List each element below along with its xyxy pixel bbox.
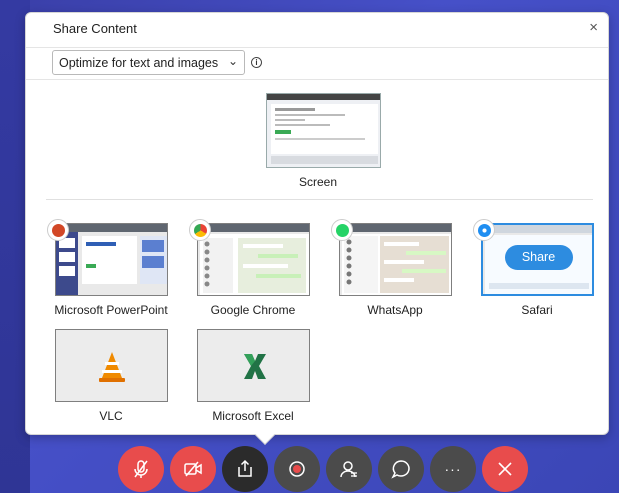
mute-mic-icon[interactable] (118, 446, 164, 492)
optimize-select[interactable]: Optimize for text and images ⌄ (52, 50, 245, 75)
screen-preview (267, 94, 380, 164)
app-tile-chrome[interactable]: Google Chrome (189, 219, 313, 317)
record-icon[interactable] (274, 446, 320, 492)
safari-icon (473, 219, 495, 241)
app-label-powerpoint: Microsoft PowerPoint (54, 303, 168, 317)
chrome-icon (189, 219, 211, 241)
chrome-thumbnail[interactable] (196, 223, 310, 296)
header-divider (26, 47, 608, 48)
stop-video-icon[interactable] (170, 446, 216, 492)
chevron-down-icon: ⌄ (227, 54, 238, 68)
app-label-vlc: VLC (99, 409, 123, 423)
dialog-title: Share Content (53, 21, 137, 36)
close-icon[interactable]: × (589, 19, 598, 36)
options-divider (26, 79, 608, 80)
screen-thumbnail[interactable] (266, 93, 381, 168)
meeting-toolbar: ··· (118, 446, 528, 493)
chat-icon[interactable] (378, 446, 424, 492)
app-tile-vlc[interactable]: VLC (51, 329, 171, 423)
vlc-thumbnail[interactable] (54, 329, 168, 402)
app-label-excel: Microsoft Excel (212, 409, 294, 423)
app-tile-excel[interactable]: Microsoft Excel (193, 329, 313, 423)
app-tile-whatsapp[interactable]: WhatsApp (331, 219, 455, 317)
app-tile-powerpoint[interactable]: Microsoft PowerPoint (47, 219, 171, 317)
app-label-whatsapp: WhatsApp (367, 303, 423, 317)
share-icon[interactable] (222, 446, 268, 492)
app-label-chrome: Google Chrome (210, 303, 296, 317)
vlc-icon (98, 352, 125, 382)
app-tile-safari[interactable]: Share Safari (473, 219, 597, 317)
whatsapp-thumbnail[interactable] (338, 223, 452, 296)
info-icon[interactable]: i (251, 57, 262, 68)
section-divider (46, 199, 593, 200)
powerpoint-preview (55, 232, 167, 295)
chrome-preview (199, 234, 309, 295)
screen-label: Screen (298, 175, 338, 189)
participants-icon[interactable] (326, 446, 372, 492)
excel-icon (243, 354, 266, 379)
whatsapp-preview (341, 234, 451, 295)
powerpoint-icon (47, 219, 69, 241)
whatsapp-icon (331, 219, 353, 241)
safari-thumbnail[interactable]: Share (480, 223, 594, 296)
share-content-dialog: Share Content × Optimize for text and im… (25, 12, 609, 445)
powerpoint-thumbnail[interactable] (54, 223, 168, 296)
app-label-safari: Safari (521, 303, 553, 317)
more-icon[interactable]: ··· (430, 446, 476, 492)
optimize-select-value: Optimize for text and images (59, 56, 219, 70)
dialog-pointer (255, 425, 275, 445)
share-button[interactable]: Share (504, 245, 573, 270)
excel-thumbnail[interactable] (196, 329, 310, 402)
leave-icon[interactable] (482, 446, 528, 492)
more-glyph: ··· (444, 461, 462, 477)
